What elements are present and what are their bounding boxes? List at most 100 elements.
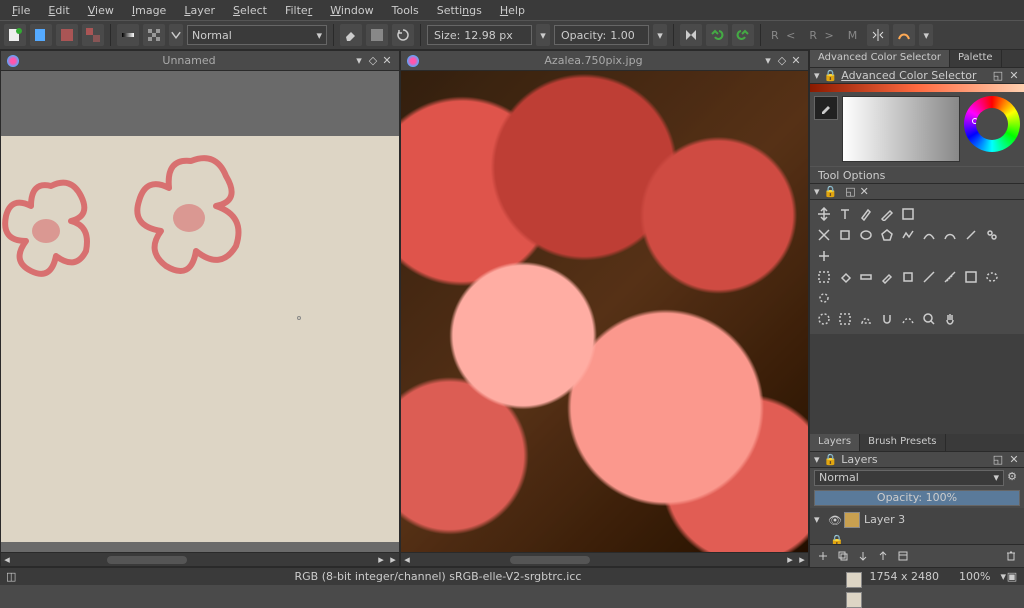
- delete-layer-button[interactable]: [1002, 547, 1020, 565]
- close-panel-icon[interactable]: ✕: [860, 185, 869, 198]
- open-file-button[interactable]: [30, 24, 52, 46]
- rotate-left-label[interactable]: R <: [767, 29, 801, 42]
- tab-palette[interactable]: Palette: [950, 50, 1002, 67]
- color-history-strip[interactable]: [810, 84, 1024, 92]
- minimize-button[interactable]: ◇: [367, 55, 379, 67]
- fill-tool-icon[interactable]: [835, 267, 854, 286]
- menu-view[interactable]: View: [80, 2, 122, 19]
- outline-select-icon[interactable]: [856, 309, 875, 328]
- wrap-button[interactable]: [893, 24, 915, 46]
- close-button[interactable]: ✕: [790, 55, 802, 67]
- polyline-tool-icon[interactable]: [898, 225, 917, 244]
- size-dropdown-icon[interactable]: ▾: [536, 24, 550, 46]
- edit-shape-tool-icon[interactable]: [877, 204, 896, 223]
- ellipse-select-icon[interactable]: [982, 267, 1001, 286]
- calligraphy-tool-icon[interactable]: [856, 204, 875, 223]
- lock-icon[interactable]: 🔒: [830, 534, 842, 545]
- menu-window[interactable]: Window: [322, 2, 381, 19]
- pan-tool-icon[interactable]: [940, 309, 959, 328]
- bezier-tool-icon[interactable]: [919, 225, 938, 244]
- pattern-button[interactable]: [143, 24, 165, 46]
- tab-layers[interactable]: Layers: [810, 434, 860, 451]
- menu-file[interactable]: File: [4, 2, 38, 19]
- layer-properties-button[interactable]: [894, 547, 912, 565]
- measure-tool-icon[interactable]: [940, 267, 959, 286]
- move-down-button[interactable]: [854, 547, 872, 565]
- float-panel-icon[interactable]: ◱: [845, 185, 855, 198]
- path-select-icon[interactable]: [835, 309, 854, 328]
- layer-opacity-slider[interactable]: Opacity: 100%: [814, 490, 1020, 506]
- expand-icon[interactable]: ▾: [814, 513, 824, 526]
- magnetic-select-icon[interactable]: [877, 309, 896, 328]
- zoom-label[interactable]: 100%: [949, 570, 1000, 583]
- freehand-tool-icon[interactable]: [940, 225, 959, 244]
- reload-brush-button[interactable]: [392, 24, 414, 46]
- float-panel-icon[interactable]: ◱: [992, 453, 1004, 465]
- visibility-icon[interactable]: 👁: [828, 514, 840, 526]
- hflip-button[interactable]: [680, 24, 702, 46]
- layer-item-layer3[interactable]: ▾ 👁 Layer 3: [812, 510, 1022, 530]
- collapse-icon[interactable]: ▾: [814, 453, 820, 466]
- blend-mode-select[interactable]: Normal ▾: [187, 25, 327, 45]
- zoom-tool-icon[interactable]: [919, 309, 938, 328]
- deform-tool-icon[interactable]: [814, 246, 833, 265]
- lock-icon[interactable]: 🔒: [824, 185, 838, 198]
- opacity-slider[interactable]: Opacity: 1.00: [554, 25, 649, 45]
- save-as-button[interactable]: [82, 24, 104, 46]
- menu-edit[interactable]: Edit: [40, 2, 77, 19]
- duplicate-layer-button[interactable]: [834, 547, 852, 565]
- brush-size-slider[interactable]: Size: 12.98 px: [427, 25, 532, 45]
- layer-lock-row[interactable]: 🔒: [812, 530, 1022, 545]
- move-up-button[interactable]: [874, 547, 892, 565]
- gradient-button[interactable]: [117, 24, 139, 46]
- hue-handle[interactable]: [972, 118, 978, 124]
- opacity-dropdown-icon[interactable]: ▾: [653, 24, 667, 46]
- lock-icon[interactable]: 🔒: [824, 453, 838, 466]
- mirror-label[interactable]: M: [844, 29, 864, 42]
- menu-select[interactable]: Select: [225, 2, 275, 19]
- dyna-tool-icon[interactable]: [961, 225, 980, 244]
- blend-menu-icon[interactable]: ⚙: [1004, 470, 1020, 486]
- tab-brush-presets[interactable]: Brush Presets: [860, 434, 945, 451]
- similar-select-icon[interactable]: [814, 288, 833, 307]
- rotate-right-label[interactable]: R >: [805, 29, 839, 42]
- mirror-view-button[interactable]: [867, 24, 889, 46]
- color-field[interactable]: [842, 96, 960, 162]
- new-file-button[interactable]: [4, 24, 26, 46]
- canvas-azalea[interactable]: [401, 71, 808, 552]
- smart-patch-icon[interactable]: [898, 267, 917, 286]
- close-panel-icon[interactable]: ✕: [1008, 453, 1020, 465]
- layer-blend-select[interactable]: Normal▾: [814, 470, 1004, 486]
- float-button[interactable]: ▾: [762, 55, 774, 67]
- add-layer-button[interactable]: [814, 547, 832, 565]
- menu-help[interactable]: Help: [492, 2, 533, 19]
- contiguous-select-icon[interactable]: [814, 309, 833, 328]
- assistant-tool-icon[interactable]: [919, 267, 938, 286]
- polygon-tool-icon[interactable]: [877, 225, 896, 244]
- menu-filter[interactable]: Filter: [277, 2, 320, 19]
- collapse-icon[interactable]: ▾: [814, 185, 820, 198]
- close-panel-icon[interactable]: ✕: [1008, 70, 1020, 82]
- ellipse-tool-icon[interactable]: [856, 225, 875, 244]
- tab-advanced-color[interactable]: Advanced Color Selector: [810, 50, 950, 67]
- dropdown-icon[interactable]: [169, 24, 183, 46]
- workspace-dropdown-icon[interactable]: ▾: [919, 24, 933, 46]
- layer-tree[interactable]: ▾ 👁 Layer 3 🔒 👁 Layer 6 👁: [810, 508, 1024, 545]
- move-tool-icon[interactable]: [814, 204, 833, 223]
- gradient-tool-icon[interactable]: [856, 267, 875, 286]
- float-button[interactable]: ▾: [353, 55, 365, 67]
- color-picker-icon[interactable]: [814, 96, 838, 120]
- color-sampler-icon[interactable]: [877, 267, 896, 286]
- document-titlebar-azalea[interactable]: Azalea.750pix.jpg ▾ ◇ ✕: [401, 51, 808, 71]
- multibrush-tool-icon[interactable]: [982, 225, 1001, 244]
- transform-tool-icon[interactable]: [814, 225, 833, 244]
- menu-settings[interactable]: Settings: [429, 2, 490, 19]
- collapse-icon[interactable]: ▾: [814, 69, 820, 82]
- save-button[interactable]: [56, 24, 78, 46]
- document-titlebar-unnamed[interactable]: Unnamed ▾ ◇ ✕: [1, 51, 399, 71]
- hscroll-left[interactable]: ◂▸▸: [1, 552, 399, 566]
- eraser-mode-button[interactable]: [340, 24, 362, 46]
- fullscreen-icon[interactable]: ▣: [1006, 570, 1018, 583]
- minimize-button[interactable]: ◇: [776, 55, 788, 67]
- menu-tools[interactable]: Tools: [384, 2, 427, 19]
